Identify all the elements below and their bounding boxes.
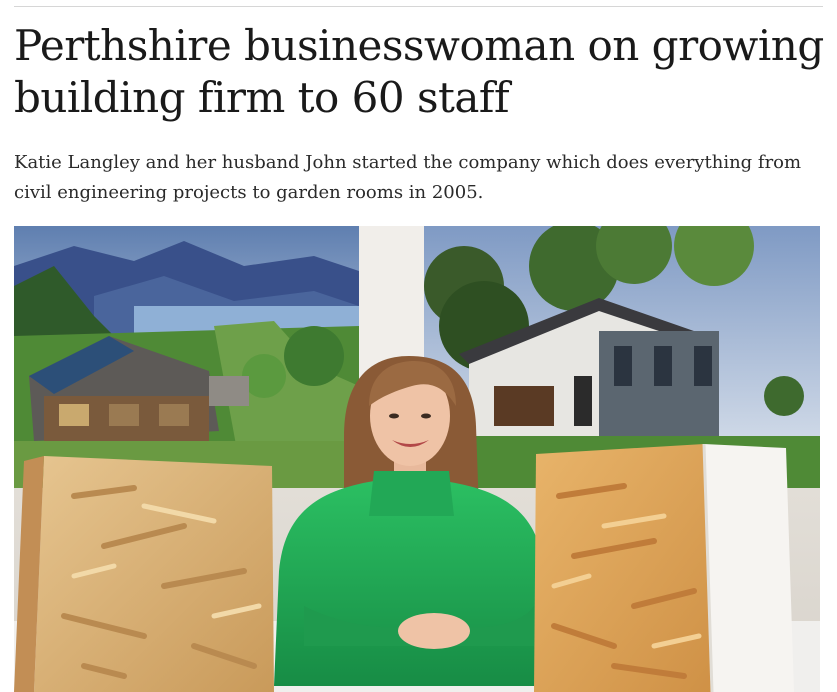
left-artwork (14, 226, 359, 488)
hero-illustration (14, 226, 820, 692)
top-divider (14, 6, 823, 7)
article-standfirst: Katie Langley and her husband John start… (14, 152, 802, 203)
article-headline: Perthshire businesswoman on growing buil… (14, 21, 824, 122)
left-panel (14, 456, 274, 692)
hero-image[interactable] (14, 226, 820, 692)
right-panel (534, 443, 794, 692)
